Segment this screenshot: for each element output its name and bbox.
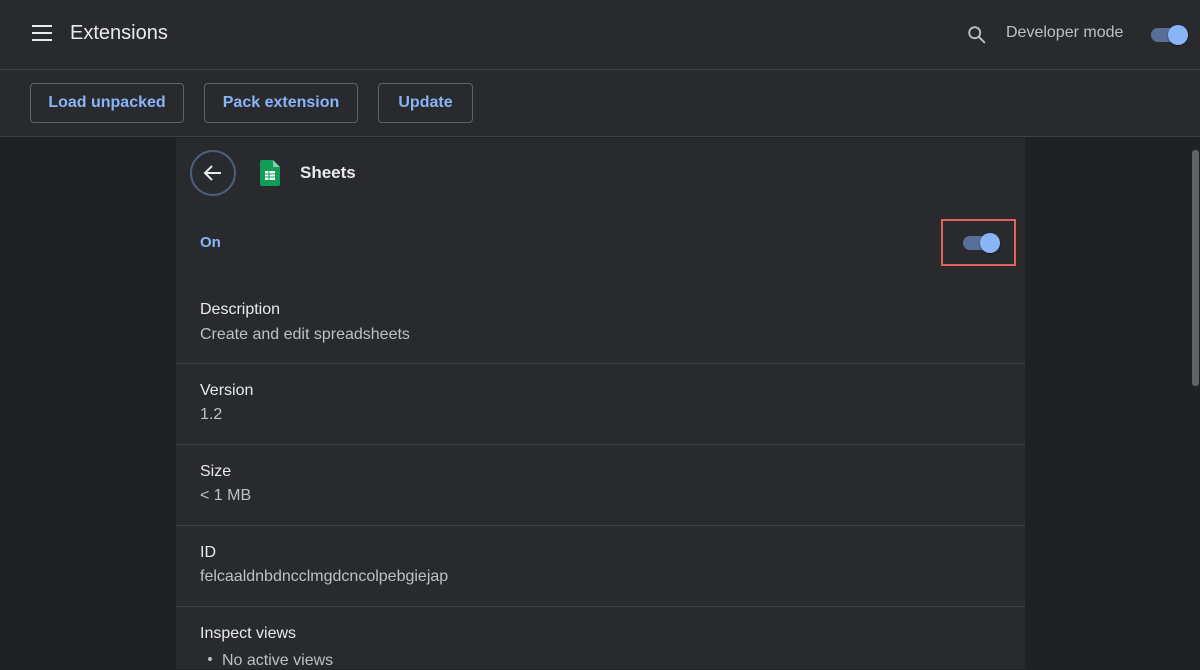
version-row: Version 1.2 bbox=[176, 363, 1025, 444]
load-unpacked-button[interactable]: Load unpacked bbox=[30, 83, 184, 123]
description-label: Description bbox=[200, 301, 281, 318]
developer-mode-toggle[interactable] bbox=[1148, 23, 1188, 47]
description-row: Description Create and edit spreadsheets bbox=[176, 283, 1025, 363]
size-label: Size bbox=[200, 463, 232, 480]
extension-enable-toggle[interactable] bbox=[960, 231, 1000, 255]
inspect-views-row: Inspect views No active views bbox=[176, 606, 1025, 669]
top-bar: Extensions Developer mode bbox=[0, 0, 1200, 70]
id-label: ID bbox=[200, 544, 216, 561]
status-label: On bbox=[200, 234, 221, 251]
version-value: 1.2 bbox=[200, 406, 223, 423]
back-button[interactable] bbox=[190, 150, 236, 196]
description-value: Create and edit spreadsheets bbox=[200, 326, 410, 343]
toggle-knob bbox=[1168, 25, 1188, 45]
scrollbar-thumb[interactable] bbox=[1192, 150, 1199, 386]
extension-detail-panel: Sheets On Description Create and edit sp… bbox=[176, 138, 1025, 669]
version-label: Version bbox=[200, 382, 254, 399]
bullet-icon bbox=[208, 656, 212, 661]
toggle-knob bbox=[980, 233, 1000, 253]
menu-icon[interactable] bbox=[30, 25, 54, 45]
extension-name: Sheets bbox=[300, 163, 356, 182]
list-item: No active views bbox=[208, 652, 333, 670]
search-icon[interactable] bbox=[966, 24, 988, 46]
developer-mode-label: Developer mode bbox=[1006, 24, 1124, 41]
size-row: Size < 1 MB bbox=[176, 444, 1025, 525]
sheets-icon bbox=[260, 160, 280, 186]
id-row: ID felcaaldnbdncclmgdcncolpebgiejap bbox=[176, 525, 1025, 606]
inspect-view-text: No active views bbox=[222, 652, 334, 669]
inspect-views-label: Inspect views bbox=[200, 625, 297, 642]
arrow-back-icon bbox=[203, 165, 221, 181]
id-value: felcaaldnbdncclmgdcncolpebgiejap bbox=[200, 568, 449, 585]
pack-extension-button[interactable]: Pack extension bbox=[204, 83, 358, 123]
toolbar: Load unpacked Pack extension Update bbox=[0, 70, 1200, 137]
size-value: < 1 MB bbox=[200, 487, 252, 504]
page-title: Extensions bbox=[70, 22, 168, 44]
update-button[interactable]: Update bbox=[378, 83, 473, 123]
